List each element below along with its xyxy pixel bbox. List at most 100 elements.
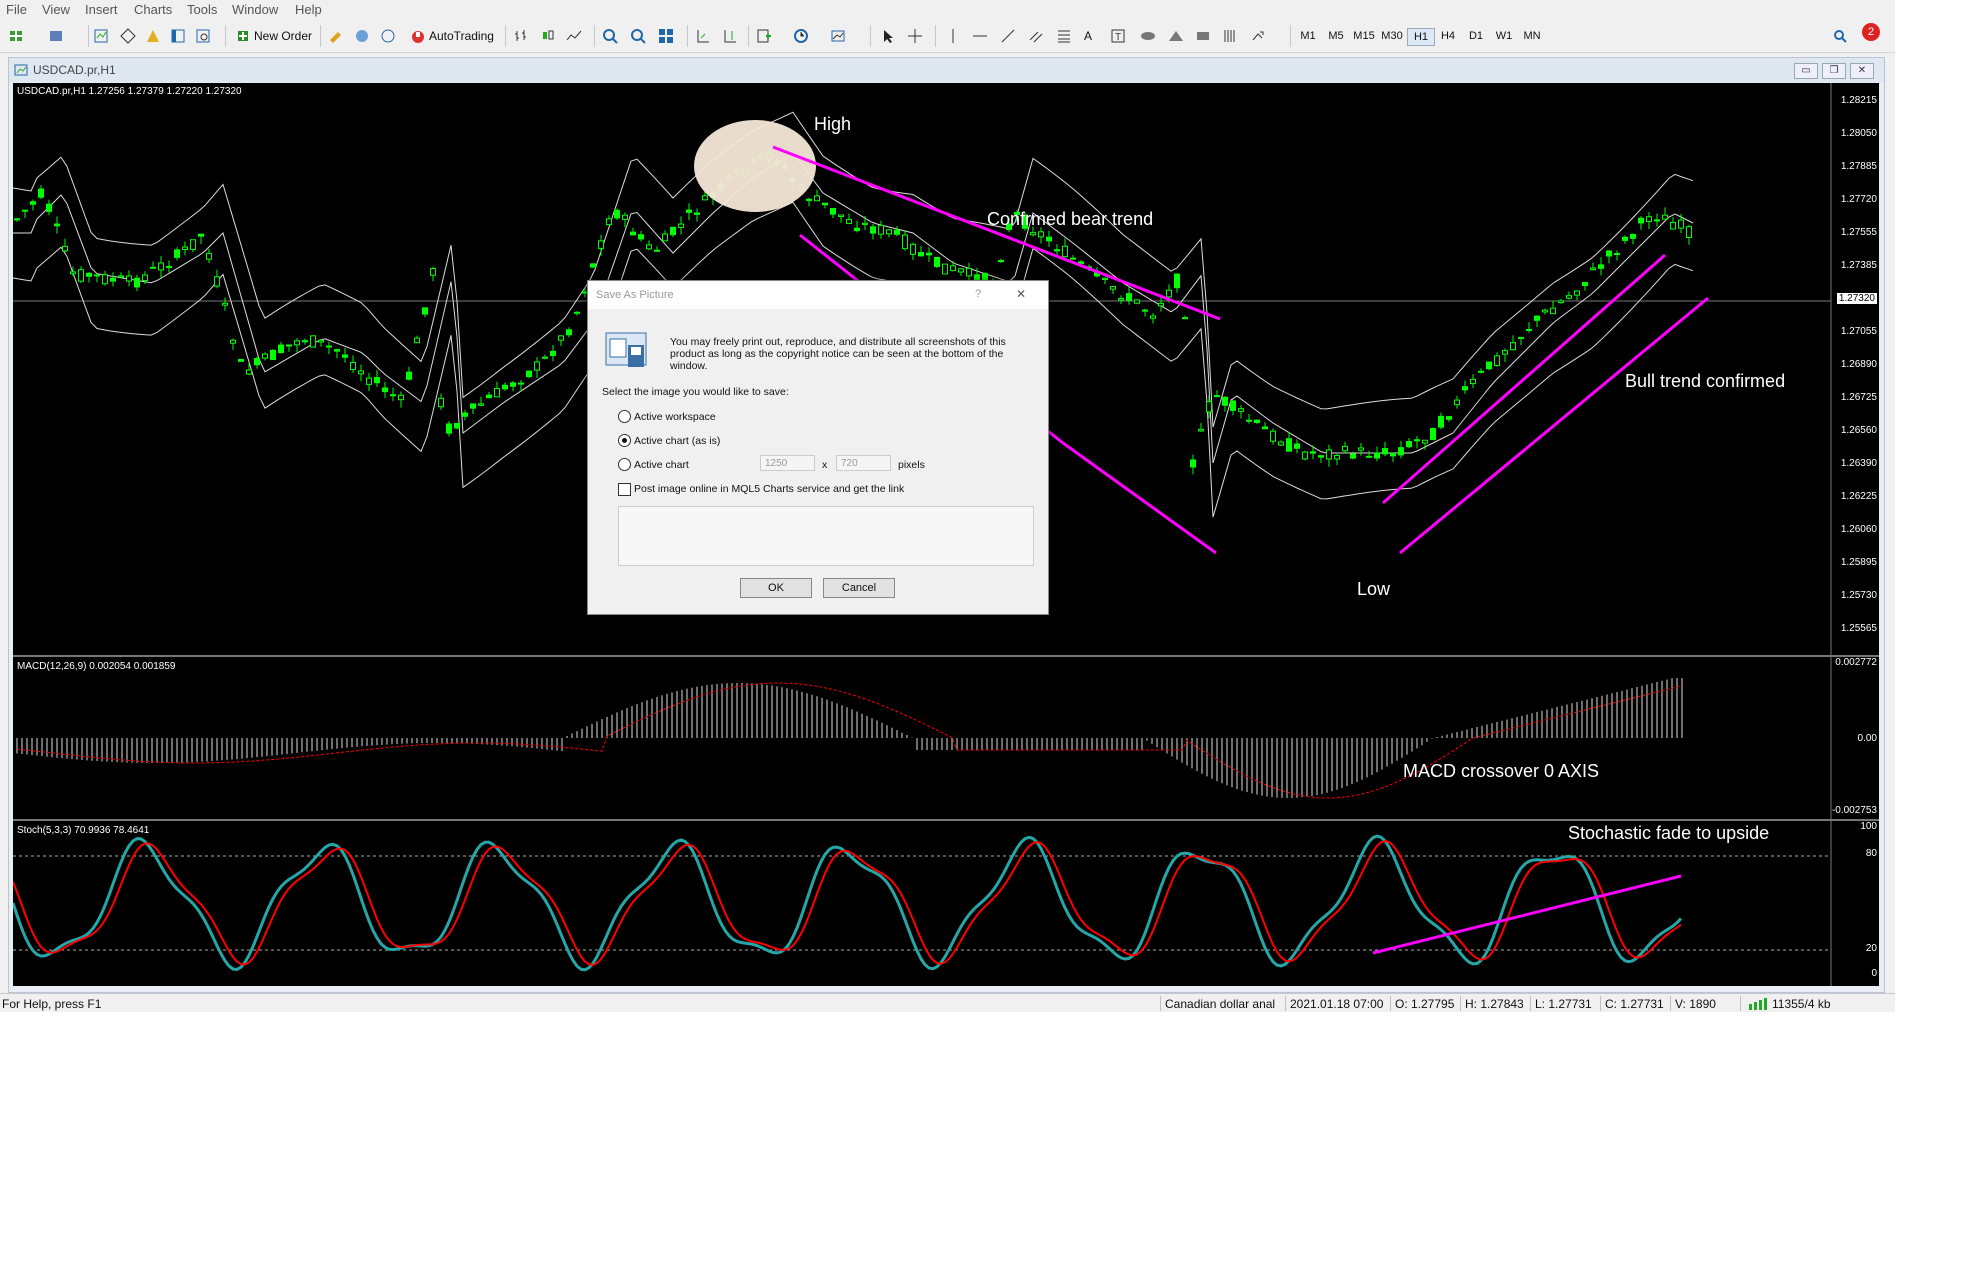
notification-badge[interactable]: 2 [1862,23,1880,41]
radio-active-workspace[interactable] [618,410,631,423]
vertical-line-icon[interactable] [945,25,964,47]
dialog-titlebar: Save As Picture ? ✕ [588,281,1048,309]
timeframe-m30[interactable]: M30 [1379,28,1405,44]
minimize-button[interactable]: ▭ [1794,63,1818,79]
candle-body [870,226,876,234]
zoom-in-icon[interactable] [602,25,621,47]
candle-body [694,212,700,215]
metaeditor-icon[interactable] [328,25,347,47]
candle-body [38,188,44,198]
cursor-icon[interactable] [880,25,899,47]
candle-body [1534,315,1540,321]
rectangle-icon[interactable] [1195,25,1214,47]
dialog-help-button[interactable]: ? [975,288,981,300]
trendline-icon[interactable] [1000,25,1019,47]
macd-scale-bottom: -0.002753 [1831,805,1877,816]
candle-body [366,377,372,385]
signals-icon[interactable] [354,25,373,47]
radio-active-chart[interactable] [618,458,631,471]
candlestick-icon[interactable] [540,25,559,47]
cancel-button[interactable]: Cancel [823,578,895,598]
candle-body [238,359,244,362]
data-window-icon[interactable] [120,25,139,47]
candle-body [1390,453,1396,457]
candle-body [1374,452,1380,459]
menu-help[interactable]: Help [295,2,322,17]
candle-body [590,263,596,268]
timeframe-m1[interactable]: M1 [1295,28,1321,44]
candle-body [1118,298,1124,301]
navigator-icon[interactable] [145,25,164,47]
candle-body [1230,400,1236,411]
width-input[interactable]: 1250 [760,455,815,471]
candle-body [1646,216,1652,222]
ok-button[interactable]: OK [740,578,812,598]
new-order-button[interactable]: New Order [235,25,312,47]
horizontal-line-icon[interactable] [972,25,991,47]
timeframe-m5[interactable]: M5 [1323,28,1349,44]
indicators-icon[interactable] [756,25,775,47]
candle-body [1542,309,1548,313]
menu-tools[interactable]: Tools [187,2,217,17]
candle-body [1678,219,1684,229]
candle-body [110,277,116,282]
candle-body [230,339,236,344]
candle-body [1246,419,1252,422]
crosshair-icon[interactable] [907,25,926,47]
equidistant-channel-icon[interactable] [1028,25,1047,47]
text-icon[interactable]: A [1084,25,1092,47]
menu-file[interactable]: File [6,2,27,17]
gann-icon[interactable] [1222,25,1241,47]
triangle-icon[interactable] [1168,25,1187,47]
timeframe-m15[interactable]: M15 [1351,28,1377,44]
bar-chart-icon[interactable] [513,25,532,47]
timeframe-mn[interactable]: MN [1519,28,1545,44]
fibonacci-icon[interactable] [1056,25,1075,47]
candle-body [934,256,940,267]
candle-body [1350,453,1356,459]
timeframe-w1[interactable]: W1 [1491,28,1517,44]
candle-body [1102,277,1108,280]
restore-button[interactable]: ❐ [1822,63,1846,79]
menu-view[interactable]: View [42,2,70,17]
tile-windows-icon[interactable] [658,25,677,47]
profiles-icon[interactable] [48,25,67,47]
link-output-box[interactable] [618,506,1034,566]
radio-active-chart-as-is[interactable] [618,434,631,447]
templates-icon[interactable] [830,25,849,47]
candle-body [166,265,172,268]
candle-body [174,249,180,258]
post-online-checkbox[interactable] [618,483,631,496]
zoom-out-icon[interactable] [630,25,649,47]
timeframe-h4[interactable]: H4 [1435,28,1461,44]
candle-body [838,214,844,217]
price-label: 1.26725 [1840,392,1877,403]
arrows-icon[interactable] [1250,25,1269,47]
new-chart-icon[interactable] [8,25,27,47]
terminal-icon[interactable] [170,25,189,47]
timeframe-d1[interactable]: D1 [1463,28,1489,44]
candle-body [30,201,36,205]
search-icon[interactable] [1832,25,1851,47]
autotrading-button[interactable]: AutoTrading [410,25,494,47]
market-icon[interactable] [380,25,399,47]
ellipse-icon[interactable] [1140,25,1159,47]
candle-body [382,387,388,393]
auto-scroll-icon[interactable] [695,25,714,47]
timeframe-h1[interactable]: H1 [1407,28,1435,46]
periods-icon[interactable] [793,25,812,47]
dialog-close-button[interactable]: ✕ [1016,287,1026,301]
line-chart-icon[interactable] [566,25,585,47]
menu-charts[interactable]: Charts [134,2,172,17]
close-window-button[interactable]: ✕ [1850,63,1874,79]
candle-body [614,209,620,219]
menu-window[interactable]: Window [232,2,278,17]
menu-insert[interactable]: Insert [85,2,118,17]
tester-icon[interactable] [195,25,214,47]
text-label-icon[interactable]: T [1110,25,1129,47]
chart-shift-icon[interactable] [722,25,741,47]
market-watch-icon[interactable] [93,25,112,47]
candle-body [1654,219,1660,222]
status-open: O: 1.27795 [1395,997,1455,1011]
height-input[interactable]: 720 [836,455,891,471]
